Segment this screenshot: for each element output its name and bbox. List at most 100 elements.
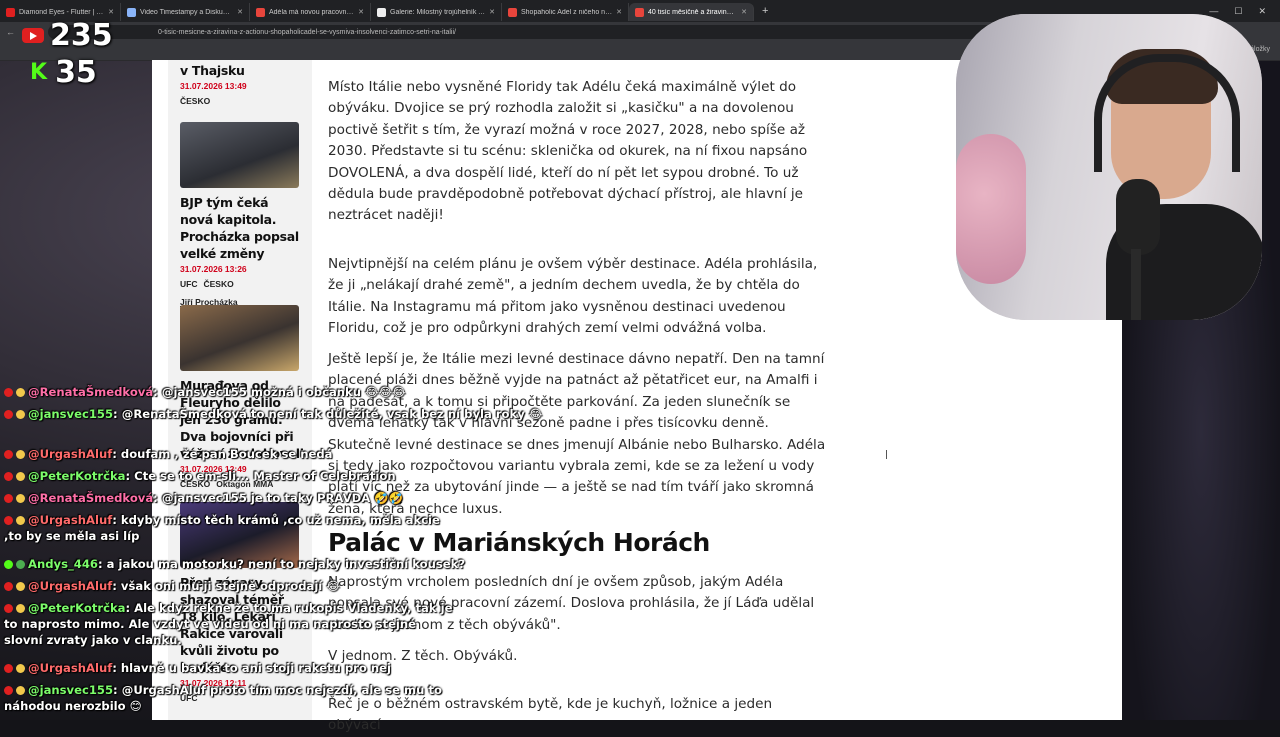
chat-username: @jansvec155 <box>28 407 114 421</box>
browser-tab[interactable]: Video Timestampy a Diskuze - G ✕ <box>121 3 250 21</box>
mic-arm <box>1131 249 1141 320</box>
chat-message: @UrgashAluf: doufam , že pan Boucek se n… <box>4 446 333 462</box>
kick-viewer-count: 35 <box>55 55 97 90</box>
article-thumbnail[interactable] <box>180 305 299 371</box>
chat-message: @UrgashAluf: hlavně u bavka to ani stoji… <box>4 660 391 676</box>
url-field[interactable]: 0-tisic-mesicne-a-ziravina-z-actionu-sho… <box>48 25 1108 39</box>
close-tab-icon[interactable]: ✕ <box>616 8 622 16</box>
member-badge-icon <box>16 582 25 591</box>
youtube-badge-icon <box>4 582 13 591</box>
article-paragraph: Nejvtipnější na celém plánu je ovšem výb… <box>328 256 818 337</box>
youtube-badge-icon <box>4 604 13 613</box>
x-favicon-icon <box>377 7 386 17</box>
youtube-badge-icon <box>4 450 13 459</box>
headphones-icon <box>1094 54 1240 172</box>
youtube-viewer-counter: 235 <box>22 18 113 53</box>
youtube-badge-icon <box>4 686 13 695</box>
youtube-badge-icon <box>4 472 13 481</box>
url-text: 0-tisic-mesicne-a-ziravina-z-actionu-sho… <box>158 28 456 36</box>
page-favicon-icon <box>508 7 517 17</box>
sidebar-article-tags: ČESKO <box>180 96 304 106</box>
tab-title: Adéla má novou pracovnu? A u <box>269 8 355 16</box>
back-icon[interactable]: ← <box>0 27 21 37</box>
chat-text: : @jansvec155 možná i občanku 😂😂😂 <box>153 385 406 399</box>
close-tab-icon[interactable]: ✕ <box>108 8 114 16</box>
chat-message: @RenataŠmedková: @jansvec155 možná i obč… <box>4 384 406 400</box>
chat-text: : a jakou ma motorku? není to nejaky inv… <box>97 557 466 571</box>
chat-message: @UrgashAluf: kdyby místo těch krámů ,co … <box>4 512 454 544</box>
close-tab-icon[interactable]: ✕ <box>489 8 495 16</box>
kick-viewer-counter: K 35 <box>30 55 97 90</box>
sidebar-article-date: 31.07.2026 13:26 <box>180 264 247 274</box>
member-badge-icon <box>16 686 25 695</box>
chat-text: : doufam , že pan Boucek se nedá <box>112 447 333 461</box>
chat-username: @UrgashAluf <box>28 579 113 593</box>
chat-username: @jansvec155 <box>28 683 114 697</box>
chat-username: Andys_446 <box>28 557 98 571</box>
sidebar-article-title[interactable]: v Thajsku <box>180 62 304 79</box>
chat-username: @PeterKotrčka <box>28 601 126 615</box>
chat-username: @RenataŠmedková <box>28 491 154 505</box>
member-badge-icon <box>16 388 25 397</box>
member-badge-icon <box>16 516 25 525</box>
youtube-badge-icon <box>4 516 13 525</box>
tag-link[interactable]: ČESKO <box>203 279 233 289</box>
article-paragraph: V jednom. Z těch. Obýváků. <box>328 648 518 664</box>
tab-title: Shopaholic Adel z ničeho nic vy <box>521 8 613 16</box>
youtube-badge-icon <box>4 410 13 419</box>
plush-toy <box>956 134 1026 284</box>
close-tab-icon[interactable]: ✕ <box>741 8 747 16</box>
tab-title: Video Timestampy a Diskuze - G <box>140 8 234 16</box>
sidebar-article-tags: UFC ČESKO <box>180 279 304 289</box>
subscriber-badge-icon <box>16 560 25 569</box>
member-badge-icon <box>16 604 25 613</box>
tab-title: 40 tisíc měsíčně a žiravina z Ac <box>648 8 738 16</box>
webcam-overlay <box>956 14 1262 320</box>
chat-text: : Cte se to em-sli... Master of Celebrat… <box>125 469 396 483</box>
sidebar-article[interactable]: BJP tým čeká nová kapitola. Procházka po… <box>180 122 304 307</box>
youtube-badge-icon <box>4 388 13 397</box>
member-badge-icon <box>16 494 25 503</box>
browser-tab[interactable]: Galerie: Milostný trojúhelník Ad ✕ <box>371 3 502 21</box>
chat-message: @PeterKotrčka: Cte se to em-sli... Maste… <box>4 468 396 484</box>
chat-message: @RenataŠmedková: @jansvec155 je to taky … <box>4 490 403 506</box>
new-tab-button[interactable]: + <box>754 5 776 17</box>
page-favicon-icon <box>127 7 136 17</box>
member-badge-icon <box>16 410 25 419</box>
mouse-cursor-icon <box>886 450 893 459</box>
member-badge-icon <box>16 472 25 481</box>
kick-logo-icon: K <box>30 60 48 85</box>
chat-message: @jansvec155: @UrgashAluf proto tím moc n… <box>4 682 454 714</box>
tag-link[interactable]: UFC <box>180 279 197 289</box>
browser-tab[interactable]: Shopaholic Adel z ničeho nic vy ✕ <box>502 3 629 21</box>
kick-badge-icon <box>4 560 13 569</box>
chat-text: : @RenataŠmedková to není tak důležité, … <box>113 407 543 421</box>
tab-title: Diamond Eyes - Flutter | Futura <box>19 8 105 16</box>
youtube-logo-icon <box>22 28 44 43</box>
member-badge-icon <box>16 450 25 459</box>
article-paragraph: Místo Itálie nebo vysněné Floridy tak Ad… <box>328 79 808 224</box>
chat-username: @RenataŠmedková <box>28 385 154 399</box>
chat-username: @UrgashAluf <box>28 661 113 675</box>
youtube-badge-icon <box>4 494 13 503</box>
browser-tab[interactable]: Adéla má novou pracovnu? A u✕ <box>250 3 371 21</box>
close-tab-icon[interactable]: ✕ <box>358 8 364 16</box>
microphone-icon <box>1116 179 1160 255</box>
member-badge-icon <box>16 664 25 673</box>
sidebar-article[interactable]: v Thajsku 31.07.2026 13:49 ČESKO <box>180 62 304 106</box>
sidebar-article-date: 31.07.2026 13:49 <box>180 81 247 91</box>
chat-message: @PeterKotrčka: Ale když rekne že to ma r… <box>4 600 454 648</box>
browser-tab-active[interactable]: 40 tisíc měsíčně a žiravina z Ac ✕ <box>629 3 754 21</box>
chat-username: @PeterKotrčka <box>28 469 126 483</box>
youtube-favicon-icon <box>6 7 15 17</box>
article-thumbnail[interactable] <box>180 122 299 188</box>
chat-text: : hlavně u bavka to ani stoji raketu pro… <box>112 661 391 675</box>
tag-link[interactable]: ČESKO <box>180 96 210 106</box>
close-tab-icon[interactable]: ✕ <box>237 8 243 16</box>
sidebar-article-title[interactable]: BJP tým čeká nová kapitola. Procházka po… <box>180 194 304 262</box>
chat-message: @jansvec155: @RenataŠmedková to není tak… <box>4 406 542 422</box>
youtube-viewer-count: 235 <box>50 18 113 53</box>
page-favicon-icon <box>635 7 644 17</box>
chat-text: : však oni mu ji stejně odprodají 😂 <box>112 579 340 593</box>
chat-text: : @jansvec155 je to taky PRAVDA 🤣🤣 <box>153 491 404 505</box>
